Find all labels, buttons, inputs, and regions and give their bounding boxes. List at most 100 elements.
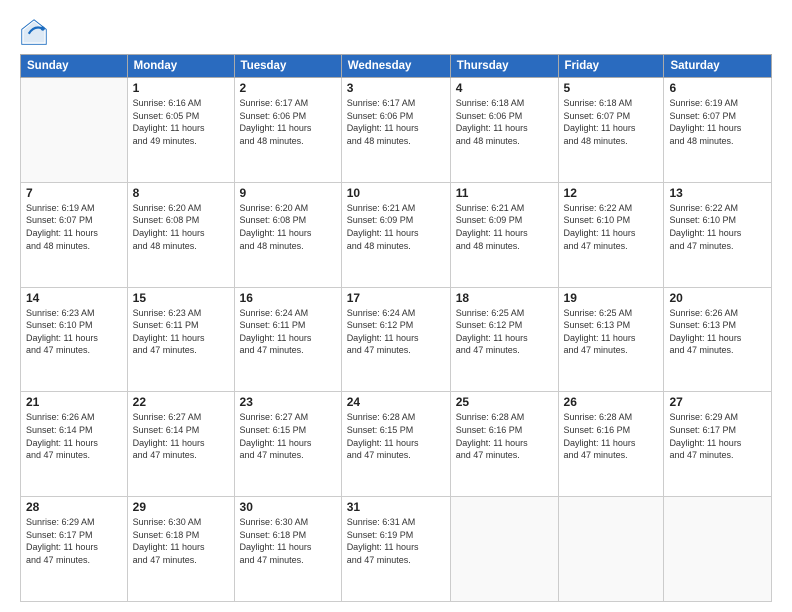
calendar-cell: 12 Sunrise: 6:22 AM Sunset: 6:10 PM Dayli… bbox=[558, 182, 664, 287]
day-number: 12 bbox=[564, 186, 659, 200]
day-info: Sunrise: 6:30 AM Sunset: 6:18 PM Dayligh… bbox=[240, 516, 336, 566]
day-number: 6 bbox=[669, 81, 766, 95]
calendar-table: SundayMondayTuesdayWednesdayThursdayFrid… bbox=[20, 54, 772, 602]
day-number: 4 bbox=[456, 81, 553, 95]
day-info: Sunrise: 6:24 AM Sunset: 6:12 PM Dayligh… bbox=[347, 307, 445, 357]
day-info: Sunrise: 6:22 AM Sunset: 6:10 PM Dayligh… bbox=[669, 202, 766, 252]
calendar-cell: 2 Sunrise: 6:17 AM Sunset: 6:06 PM Daylig… bbox=[234, 78, 341, 183]
logo-icon bbox=[20, 18, 48, 46]
day-info: Sunrise: 6:18 AM Sunset: 6:06 PM Dayligh… bbox=[456, 97, 553, 147]
calendar-week-row: 28 Sunrise: 6:29 AM Sunset: 6:17 PM Dayli… bbox=[21, 497, 772, 602]
calendar-cell: 17 Sunrise: 6:24 AM Sunset: 6:12 PM Dayli… bbox=[341, 287, 450, 392]
day-number: 7 bbox=[26, 186, 122, 200]
day-info: Sunrise: 6:31 AM Sunset: 6:19 PM Dayligh… bbox=[347, 516, 445, 566]
day-info: Sunrise: 6:21 AM Sunset: 6:09 PM Dayligh… bbox=[456, 202, 553, 252]
day-info: Sunrise: 6:18 AM Sunset: 6:07 PM Dayligh… bbox=[564, 97, 659, 147]
calendar-cell: 18Sunrise: 6:25 AM Sunset: 6:12 PM Dayli… bbox=[450, 287, 558, 392]
day-number: 2 bbox=[240, 81, 336, 95]
calendar-day-header: Wednesday bbox=[341, 55, 450, 78]
calendar-cell: 9 Sunrise: 6:20 AM Sunset: 6:08 PM Daylig… bbox=[234, 182, 341, 287]
day-info: Sunrise: 6:29 AM Sunset: 6:17 PM Dayligh… bbox=[669, 411, 766, 461]
day-info: Sunrise: 6:28 AM Sunset: 6:16 PM Dayligh… bbox=[564, 411, 659, 461]
day-info: Sunrise: 6:27 AM Sunset: 6:15 PM Dayligh… bbox=[240, 411, 336, 461]
calendar-cell: 21 Sunrise: 6:26 AM Sunset: 6:14 PM Dayli… bbox=[21, 392, 128, 497]
calendar-cell: 11Sunrise: 6:21 AM Sunset: 6:09 PM Dayli… bbox=[450, 182, 558, 287]
day-number: 9 bbox=[240, 186, 336, 200]
day-number: 8 bbox=[133, 186, 229, 200]
day-info: Sunrise: 6:25 AM Sunset: 6:12 PM Dayligh… bbox=[456, 307, 553, 357]
day-info: Sunrise: 6:17 AM Sunset: 6:06 PM Dayligh… bbox=[240, 97, 336, 147]
calendar-cell: 4 Sunrise: 6:18 AM Sunset: 6:06 PM Daylig… bbox=[450, 78, 558, 183]
calendar-cell bbox=[21, 78, 128, 183]
calendar-day-header: Tuesday bbox=[234, 55, 341, 78]
calendar-cell: 29 Sunrise: 6:30 AM Sunset: 6:18 PM Dayli… bbox=[127, 497, 234, 602]
header bbox=[20, 18, 772, 46]
calendar-day-header: Thursday bbox=[450, 55, 558, 78]
calendar-cell: 28 Sunrise: 6:29 AM Sunset: 6:17 PM Dayli… bbox=[21, 497, 128, 602]
calendar-cell: 1 Sunrise: 6:16 AM Sunset: 6:05 PM Daylig… bbox=[127, 78, 234, 183]
day-info: Sunrise: 6:16 AM Sunset: 6:05 PM Dayligh… bbox=[133, 97, 229, 147]
calendar-cell: 26 Sunrise: 6:28 AM Sunset: 6:16 PM Dayli… bbox=[558, 392, 664, 497]
calendar-cell: 25 Sunrise: 6:28 AM Sunset: 6:16 PM Dayli… bbox=[450, 392, 558, 497]
calendar-cell: 27 Sunrise: 6:29 AM Sunset: 6:17 PM Dayli… bbox=[664, 392, 772, 497]
day-info: Sunrise: 6:25 AM Sunset: 6:13 PM Dayligh… bbox=[564, 307, 659, 357]
day-info: Sunrise: 6:20 AM Sunset: 6:08 PM Dayligh… bbox=[240, 202, 336, 252]
day-number: 25 bbox=[456, 395, 553, 409]
day-number: 1 bbox=[133, 81, 229, 95]
day-number: 27 bbox=[669, 395, 766, 409]
calendar-header-row: SundayMondayTuesdayWednesdayThursdayFrid… bbox=[21, 55, 772, 78]
day-number: 3 bbox=[347, 81, 445, 95]
day-number: 15 bbox=[133, 291, 229, 305]
calendar-cell: 8 Sunrise: 6:20 AM Sunset: 6:08 PM Daylig… bbox=[127, 182, 234, 287]
calendar-cell: 31 Sunrise: 6:31 AM Sunset: 6:19 PM Dayli… bbox=[341, 497, 450, 602]
day-number: 21 bbox=[26, 395, 122, 409]
calendar-cell: 24 Sunrise: 6:28 AM Sunset: 6:15 PM Dayli… bbox=[341, 392, 450, 497]
calendar-day-header: Sunday bbox=[21, 55, 128, 78]
calendar-cell: 20 Sunrise: 6:26 AM Sunset: 6:13 PM Dayli… bbox=[664, 287, 772, 392]
day-info: Sunrise: 6:19 AM Sunset: 6:07 PM Dayligh… bbox=[669, 97, 766, 147]
day-number: 17 bbox=[347, 291, 445, 305]
day-info: Sunrise: 6:30 AM Sunset: 6:18 PM Dayligh… bbox=[133, 516, 229, 566]
day-number: 30 bbox=[240, 500, 336, 514]
calendar-cell: 15 Sunrise: 6:23 AM Sunset: 6:11 PM Dayli… bbox=[127, 287, 234, 392]
day-number: 16 bbox=[240, 291, 336, 305]
day-info: Sunrise: 6:28 AM Sunset: 6:15 PM Dayligh… bbox=[347, 411, 445, 461]
calendar-cell: 10 Sunrise: 6:21 AM Sunset: 6:09 PM Dayli… bbox=[341, 182, 450, 287]
day-info: Sunrise: 6:26 AM Sunset: 6:14 PM Dayligh… bbox=[26, 411, 122, 461]
day-info: Sunrise: 6:21 AM Sunset: 6:09 PM Dayligh… bbox=[347, 202, 445, 252]
day-number: 13 bbox=[669, 186, 766, 200]
calendar-day-header: Monday bbox=[127, 55, 234, 78]
day-info: Sunrise: 6:17 AM Sunset: 6:06 PM Dayligh… bbox=[347, 97, 445, 147]
day-info: Sunrise: 6:19 AM Sunset: 6:07 PM Dayligh… bbox=[26, 202, 122, 252]
calendar-cell: 19 Sunrise: 6:25 AM Sunset: 6:13 PM Dayli… bbox=[558, 287, 664, 392]
calendar-week-row: 7 Sunrise: 6:19 AM Sunset: 6:07 PM Daylig… bbox=[21, 182, 772, 287]
calendar-day-header: Saturday bbox=[664, 55, 772, 78]
calendar-cell bbox=[558, 497, 664, 602]
calendar-week-row: 14Sunrise: 6:23 AM Sunset: 6:10 PM Dayli… bbox=[21, 287, 772, 392]
day-info: Sunrise: 6:28 AM Sunset: 6:16 PM Dayligh… bbox=[456, 411, 553, 461]
day-number: 29 bbox=[133, 500, 229, 514]
day-info: Sunrise: 6:29 AM Sunset: 6:17 PM Dayligh… bbox=[26, 516, 122, 566]
day-number: 31 bbox=[347, 500, 445, 514]
day-number: 20 bbox=[669, 291, 766, 305]
day-info: Sunrise: 6:23 AM Sunset: 6:11 PM Dayligh… bbox=[133, 307, 229, 357]
day-number: 24 bbox=[347, 395, 445, 409]
day-number: 28 bbox=[26, 500, 122, 514]
day-info: Sunrise: 6:24 AM Sunset: 6:11 PM Dayligh… bbox=[240, 307, 336, 357]
day-number: 19 bbox=[564, 291, 659, 305]
page: SundayMondayTuesdayWednesdayThursdayFrid… bbox=[0, 0, 792, 612]
day-number: 10 bbox=[347, 186, 445, 200]
calendar-cell: 14Sunrise: 6:23 AM Sunset: 6:10 PM Dayli… bbox=[21, 287, 128, 392]
calendar-week-row: 21 Sunrise: 6:26 AM Sunset: 6:14 PM Dayli… bbox=[21, 392, 772, 497]
day-info: Sunrise: 6:26 AM Sunset: 6:13 PM Dayligh… bbox=[669, 307, 766, 357]
calendar-cell: 22Sunrise: 6:27 AM Sunset: 6:14 PM Dayli… bbox=[127, 392, 234, 497]
day-number: 26 bbox=[564, 395, 659, 409]
day-info: Sunrise: 6:22 AM Sunset: 6:10 PM Dayligh… bbox=[564, 202, 659, 252]
calendar-cell: 16 Sunrise: 6:24 AM Sunset: 6:11 PM Dayli… bbox=[234, 287, 341, 392]
calendar-cell: 13 Sunrise: 6:22 AM Sunset: 6:10 PM Dayli… bbox=[664, 182, 772, 287]
day-info: Sunrise: 6:20 AM Sunset: 6:08 PM Dayligh… bbox=[133, 202, 229, 252]
calendar-cell bbox=[664, 497, 772, 602]
calendar-cell: 5Sunrise: 6:18 AM Sunset: 6:07 PM Daylig… bbox=[558, 78, 664, 183]
day-number: 22 bbox=[133, 395, 229, 409]
logo bbox=[20, 18, 52, 46]
